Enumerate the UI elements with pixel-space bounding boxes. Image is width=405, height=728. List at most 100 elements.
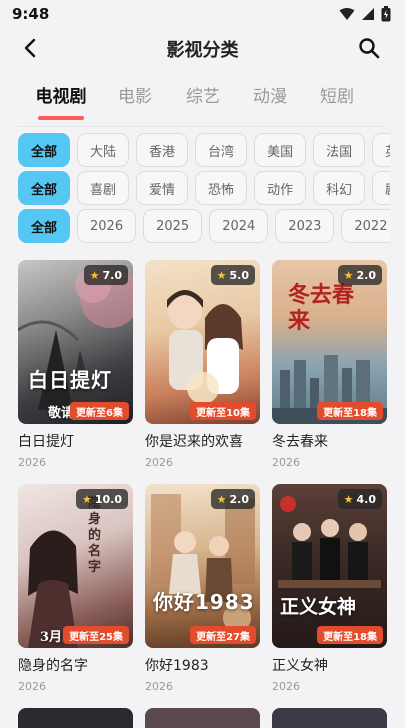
status-bar: 9:48 [0, 0, 405, 28]
card-year: 2026 [18, 680, 46, 693]
card-year: 2026 [145, 456, 173, 469]
filter-chip[interactable]: 喜剧 [77, 171, 130, 205]
rating-badge: ★ 7.0 [83, 265, 128, 285]
tab-label: 电视剧 [35, 87, 87, 107]
tab-variety[interactable]: 综艺 [180, 82, 226, 107]
rating-value: 10.0 [94, 492, 122, 506]
region-filter-scroll: 全部 大陆 香港 台湾 美国 法国 英国 [0, 132, 390, 168]
poster-title-art: 你好1983 [153, 590, 255, 614]
episode-badge: 更新至18集 [317, 402, 383, 420]
episode-badge: 更新至25集 [63, 626, 129, 644]
rating-value: 4.0 [356, 492, 377, 506]
filter-chip[interactable]: 美国 [254, 133, 307, 167]
tab-label: 综艺 [186, 87, 220, 107]
star-icon: ★ [81, 492, 92, 506]
rating-badge: ★ 5.0 [210, 265, 255, 285]
star-icon: ★ [216, 492, 227, 506]
rating-value: 7.0 [102, 268, 123, 282]
rating-value: 2.0 [229, 492, 250, 506]
rating-badge: ★ 4.0 [337, 489, 382, 509]
media-card[interactable]: 隐身的名字 3月 ★10.0 更新至25集 隐身的名字 2026 [18, 484, 133, 693]
filter-chip[interactable]: 2024 [209, 209, 269, 243]
tab-tv[interactable]: 电视剧 [34, 82, 88, 122]
media-card-partial[interactable] [272, 708, 387, 728]
genre-filter-row: 全部 喜剧 爱情 恐怖 动作 科幻 剧情 [18, 171, 390, 205]
episode-badge: 更新至6集 [70, 402, 129, 420]
tab-short[interactable]: 短剧 [314, 82, 360, 107]
poster-image: ★ 5.0 更新至10集 [145, 260, 260, 424]
media-card[interactable]: ★ 5.0 更新至10集 你是迟来的欢喜 2026 [145, 260, 260, 469]
filter-chip[interactable]: 剧情 [372, 171, 390, 205]
poster-image: 白日提灯 敬请 ★ 7.0 更新至6集 [18, 260, 133, 424]
filter-chip-all[interactable]: 全部 [18, 171, 71, 205]
wifi-icon [339, 8, 355, 20]
filter-chip[interactable]: 科幻 [313, 171, 366, 205]
filter-chip[interactable]: 2023 [275, 209, 335, 243]
poster-title-art: 正义女神 [280, 596, 357, 618]
battery-icon [381, 6, 391, 22]
episode-badge: 更新至27集 [190, 626, 256, 644]
card-title: 隐身的名字 [18, 658, 88, 674]
filter-chip[interactable]: 2025 [143, 209, 203, 243]
filter-chip[interactable]: 恐怖 [195, 171, 248, 205]
rating-badge: ★ 2.0 [337, 265, 382, 285]
tab-movie[interactable]: 电影 [112, 82, 158, 107]
star-icon: ★ [343, 492, 354, 506]
media-card[interactable]: 你好1983 ★ 2.0 更新至27集 你好1983 2026 [145, 484, 260, 693]
year-filter-scroll: 全部 2026 2025 2024 2023 2022 2021 [0, 208, 390, 244]
tab-label: 动漫 [253, 87, 287, 107]
header: 影视分类 [0, 30, 405, 66]
rating-badge: ★ 2.0 [210, 489, 255, 509]
filter-chip[interactable]: 动作 [254, 171, 307, 205]
star-icon: ★ [89, 268, 100, 282]
filter-chip[interactable]: 台湾 [195, 133, 248, 167]
signal-icon [362, 8, 374, 20]
poster-caption: 3月 [40, 630, 63, 645]
poster-calligraphy: 冬去春来 [288, 282, 355, 334]
filter-chip-all[interactable]: 全部 [18, 133, 71, 167]
tab-label: 电影 [118, 87, 152, 107]
card-year: 2026 [145, 680, 173, 693]
filter-chip[interactable]: 2022 [341, 209, 390, 243]
media-card[interactable]: 白日提灯 敬请 ★ 7.0 更新至6集 白日提灯 2026 [18, 260, 133, 469]
poster-calligraphy: 白日提灯 [28, 368, 112, 392]
media-card-partial[interactable] [145, 708, 260, 728]
star-icon: ★ [343, 268, 354, 282]
category-tabs: 电视剧 电影 综艺 动漫 短剧 [0, 76, 405, 122]
card-year: 2026 [272, 680, 300, 693]
filter-chip[interactable]: 大陆 [77, 133, 130, 167]
filter-chip-all[interactable]: 全部 [18, 209, 71, 243]
search-icon[interactable] [357, 36, 381, 60]
status-time: 9:48 [12, 5, 50, 23]
filter-chip[interactable]: 英国 [372, 133, 390, 167]
poster-image: 正义女神 ★ 4.0 更新至18集 [272, 484, 387, 648]
rating-value: 5.0 [229, 268, 250, 282]
filter-chip[interactable]: 法国 [313, 133, 366, 167]
episode-badge: 更新至18集 [317, 626, 383, 644]
media-card[interactable]: 正义女神 ★ 4.0 更新至18集 正义女神 2026 [272, 484, 387, 693]
card-title: 冬去春来 [272, 434, 328, 450]
card-title: 白日提灯 [18, 434, 74, 450]
region-filter-row: 全部 大陆 香港 台湾 美国 法国 英国 [18, 133, 390, 167]
media-card-partial[interactable] [18, 708, 133, 728]
card-title: 正义女神 [272, 658, 328, 674]
active-tab-indicator [38, 116, 84, 120]
episode-badge: 更新至10集 [190, 402, 256, 420]
filter-chip[interactable]: 2026 [77, 209, 137, 243]
filter-chip[interactable]: 爱情 [136, 171, 189, 205]
media-card[interactable]: 冬去春来 ★ 2.0 更新至18集 冬去春来 2026 [272, 260, 387, 469]
rating-value: 2.0 [356, 268, 377, 282]
page-title: 影视分类 [166, 40, 239, 61]
tab-label: 短剧 [320, 87, 354, 107]
card-year: 2026 [18, 456, 46, 469]
year-filter-row: 全部 2026 2025 2024 2023 2022 2021 [18, 209, 390, 243]
status-icons [339, 6, 391, 22]
genre-filter-scroll: 全部 喜剧 爱情 恐怖 动作 科幻 剧情 [0, 170, 390, 206]
filter-chip[interactable]: 香港 [136, 133, 189, 167]
card-title: 你是迟来的欢喜 [145, 434, 243, 450]
card-year: 2026 [272, 456, 300, 469]
star-icon: ★ [216, 268, 227, 282]
poster-image: 隐身的名字 3月 ★10.0 更新至25集 [18, 484, 133, 648]
tab-anime[interactable]: 动漫 [247, 82, 293, 107]
poster-image: 冬去春来 ★ 2.0 更新至18集 [272, 260, 387, 424]
